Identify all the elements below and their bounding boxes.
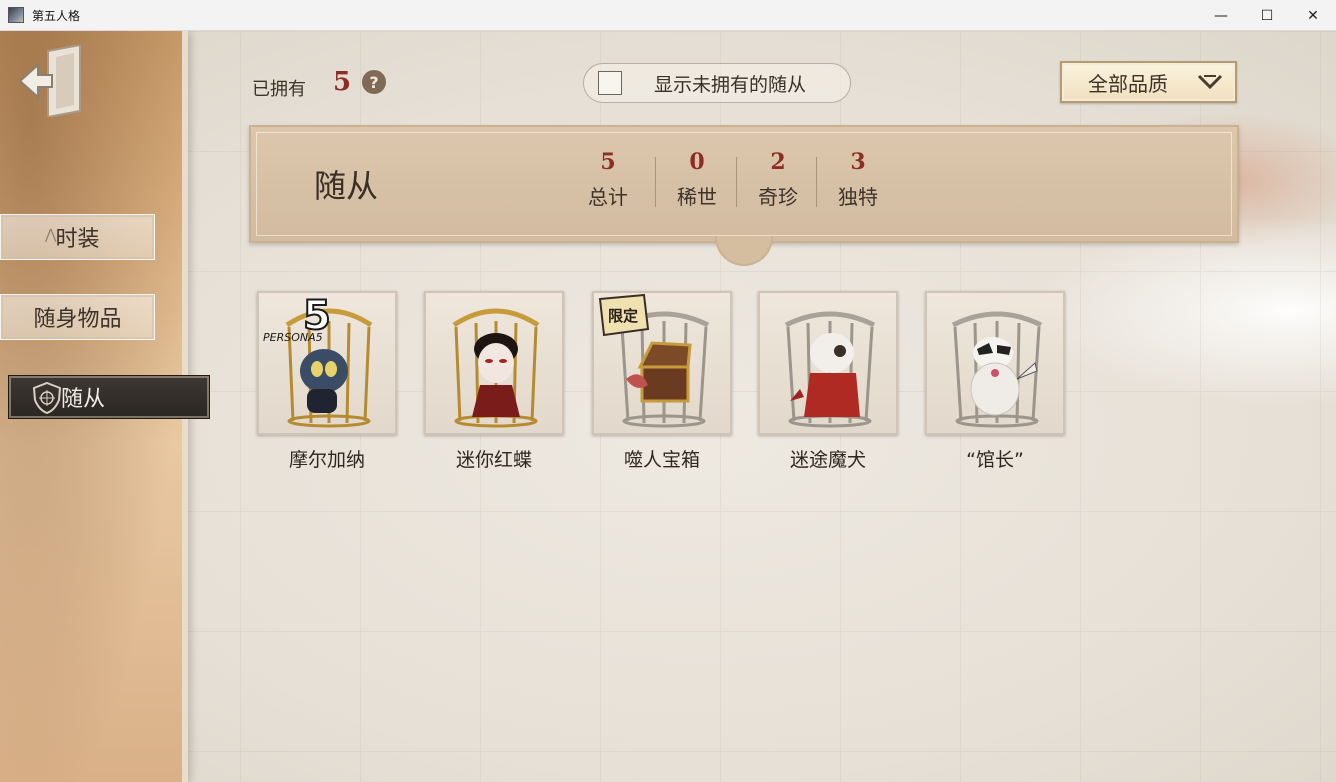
nav-item-label: 随从 — [61, 387, 106, 412]
game-viewport: ⋀ 时装 随身物品 随从 已拥有 5 ? 显示未拥有的随从 全部品质 随从 5 … — [0, 31, 1336, 782]
owned-count: 5 — [333, 67, 352, 97]
quality-filter-label: 全部品质 — [1088, 71, 1168, 96]
silver-cage-icon — [784, 311, 876, 428]
pet-card[interactable] — [758, 291, 898, 435]
stat-value: 5 — [600, 149, 616, 175]
pet-name: 噬人宝箱 — [623, 449, 700, 471]
show-unowned-label: 显示未拥有的随从 — [654, 73, 807, 96]
pet-name: 摩尔加纳 — [288, 449, 365, 471]
pet-card[interactable]: 限定 — [592, 291, 732, 435]
close-button[interactable]: ✕ — [1290, 0, 1336, 31]
pet-card[interactable]: 5 PERSONA5 — [257, 291, 397, 435]
help-icon[interactable]: ? — [362, 70, 386, 94]
stat-label: 奇珍 — [758, 185, 798, 209]
minimize-button[interactable]: — — [1198, 0, 1244, 31]
pet-name: 迷你红蝶 — [455, 449, 532, 471]
window-titlebar: 第五人格 — ☐ ✕ — [0, 0, 1336, 31]
show-unowned-toggle[interactable]: 显示未拥有的随从 — [583, 63, 851, 103]
pets-summary-banner: 随从 5 总计 0 稀世 2 奇珍 3 独特 — [249, 125, 1239, 243]
stat-divider — [816, 157, 817, 207]
nav-item-costume[interactable]: ⋀ 时装 — [0, 214, 155, 260]
window-title: 第五人格 — [32, 8, 81, 23]
stat-value: 2 — [770, 149, 786, 175]
show-unowned-checkbox[interactable] — [598, 71, 622, 95]
gold-cage-icon — [452, 308, 540, 428]
nav-arrow-icon: ⋀ — [45, 227, 57, 243]
nav-item-label: 时装 — [55, 227, 100, 252]
app-icon — [8, 7, 24, 23]
pet-item[interactable]: 迷途魔犬 — [758, 291, 898, 472]
shield-emblem-icon — [32, 381, 62, 415]
pet-item[interactable]: 限定 噬人宝箱 — [592, 291, 732, 472]
svg-text:PERSONA5: PERSONA5 — [263, 331, 323, 344]
stat-total: 5 总计 — [568, 149, 648, 210]
stat-value: 3 — [850, 149, 866, 175]
pet-card[interactable] — [424, 291, 564, 435]
window-controls: — ☐ ✕ — [1198, 0, 1336, 31]
stat-label: 稀世 — [677, 185, 717, 209]
pet-item[interactable]: “馆长” — [925, 291, 1065, 472]
banner-title: 随从 — [314, 167, 379, 205]
pet-name: 迷途魔犬 — [789, 449, 866, 471]
quality-filter-dropdown[interactable]: 全部品质 — [1060, 61, 1237, 103]
pet-item[interactable]: 5 PERSONA5 摩尔加纳 — [257, 291, 397, 472]
pet-item[interactable]: 迷你红蝶 — [424, 291, 564, 472]
chevron-down-icon — [1197, 74, 1223, 90]
pet-name: “馆长” — [966, 449, 1024, 471]
stat-divider — [655, 157, 656, 207]
nav-item-pets[interactable]: 随从 — [8, 375, 210, 419]
pet-card[interactable] — [925, 291, 1065, 435]
limited-badge: 限定 — [598, 293, 650, 337]
nav-item-accessories[interactable]: 随身物品 — [0, 294, 155, 340]
stat-unique: 3 独特 — [818, 149, 898, 210]
stat-value: 0 — [689, 149, 705, 175]
stat-label: 独特 — [838, 185, 878, 209]
stat-divider — [736, 157, 737, 207]
persona5-logo: 5 PERSONA5 — [263, 295, 332, 344]
stat-rare: 0 稀世 — [657, 149, 737, 210]
stat-precious: 2 奇珍 — [738, 149, 818, 210]
stat-label: 总计 — [588, 185, 628, 209]
owned-label: 已拥有 — [252, 79, 306, 100]
nav-item-label: 随身物品 — [33, 307, 122, 332]
maximize-button[interactable]: ☐ — [1244, 0, 1290, 31]
silver-cage-icon — [951, 311, 1043, 428]
svg-text:限定: 限定 — [608, 307, 638, 325]
exit-door-icon[interactable] — [18, 45, 86, 117]
